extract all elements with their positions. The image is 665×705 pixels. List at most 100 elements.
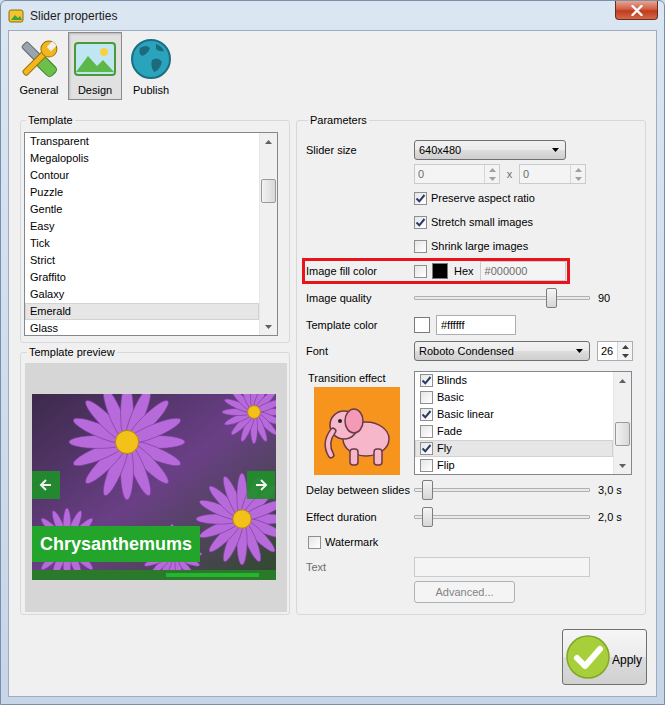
template-group: Template TransparentMegalopolisContourPuz…: [20, 114, 290, 343]
template-list[interactable]: TransparentMegalopolisContourPuzzleGentl…: [24, 132, 278, 336]
checkbox[interactable]: [414, 216, 427, 229]
template-item[interactable]: Graffito: [25, 269, 259, 286]
toolbar-button[interactable]: Design: [68, 32, 122, 100]
template-item[interactable]: Easy: [25, 218, 259, 235]
font-size-spinbox[interactable]: 26: [597, 341, 633, 361]
template-item[interactable]: Galaxy: [25, 286, 259, 303]
field-label: Text: [306, 561, 414, 573]
template-item[interactable]: Contour: [25, 167, 259, 184]
group-title: Template: [26, 114, 75, 127]
scrollbar-thumb[interactable]: [261, 179, 276, 203]
template-item[interactable]: Emerald: [25, 303, 259, 320]
preview-area: Chrysanthemums: [25, 363, 287, 612]
watermark-text-input[interactable]: [414, 557, 590, 577]
progress-segment: [166, 573, 259, 577]
toolbar-button[interactable]: General: [12, 32, 66, 100]
dropdown-arrow-icon: [552, 148, 559, 152]
check-icon: [421, 375, 432, 386]
close-button[interactable]: [615, 1, 658, 20]
option-checkbox[interactable]: Preserve aspect ratio: [414, 192, 535, 205]
slider-thumb[interactable]: [422, 480, 433, 500]
preview-group: Template previewChrysanthemums: [20, 346, 290, 615]
option-checkbox[interactable]: Shrink large images: [414, 240, 528, 253]
image-quality-slider[interactable]: [414, 287, 590, 309]
scroll-up-button[interactable]: [260, 133, 277, 150]
arrow-left-icon: [38, 477, 54, 493]
transition-effect-item[interactable]: Blinds: [415, 372, 613, 389]
group-title: Parameters: [308, 114, 369, 127]
template-item[interactable]: Gentle: [25, 201, 259, 218]
effect-duration-slider[interactable]: [414, 506, 590, 528]
field-label: Font: [306, 345, 414, 357]
template-item[interactable]: Puzzle: [25, 184, 259, 201]
watermark-checkbox[interactable]: Watermark: [306, 536, 378, 549]
arrow-up-icon: [619, 379, 626, 383]
slider-size-dropdown[interactable]: 640x480: [414, 140, 566, 160]
checkbox[interactable]: [420, 391, 433, 404]
hex-label: Hex: [454, 265, 474, 277]
apply-button[interactable]: Apply: [562, 629, 647, 685]
checkbox[interactable]: [420, 459, 433, 472]
spin-down-icon: [575, 177, 582, 181]
arrow-down-icon: [265, 325, 272, 329]
slider-properties-window: Slider properties GeneralDesignPublish Tem…: [0, 0, 665, 705]
close-icon: [631, 5, 643, 16]
checkbox[interactable]: [420, 425, 433, 438]
transition-effect-item[interactable]: Fly: [415, 440, 613, 457]
template-color-swatch[interactable]: [414, 317, 430, 333]
scroll-down-button[interactable]: [614, 457, 631, 474]
next-button[interactable]: [247, 471, 275, 499]
fill-color-input[interactable]: #000000: [480, 261, 566, 281]
font-dropdown[interactable]: Roboto Condensed: [414, 341, 590, 361]
template-color-input[interactable]: #ffffff: [436, 315, 516, 335]
checkbox[interactable]: [308, 536, 321, 549]
slider-reading: 3,0 s: [598, 484, 622, 496]
dialog-body: GeneralDesignPublish Template TransparentM…: [8, 30, 657, 697]
slider-reading: 2,0 s: [598, 511, 622, 523]
spin-up-icon: [575, 168, 582, 172]
slider-reading: 90: [598, 292, 610, 304]
transition-effect-list[interactable]: BlindsBasicBasic linearFadeFlyFlip: [414, 371, 632, 475]
template-item[interactable]: Strict: [25, 252, 259, 269]
tools-icon: [16, 36, 62, 82]
fill-color-swatch[interactable]: [432, 263, 448, 279]
slider-thumb[interactable]: [546, 288, 557, 308]
fill-color-checkbox[interactable]: [414, 265, 427, 278]
height-spinbox[interactable]: 0: [519, 164, 586, 184]
scroll-down-button[interactable]: [260, 318, 277, 335]
option-checkbox[interactable]: Stretch small images: [414, 216, 533, 229]
checkbox[interactable]: [420, 408, 433, 421]
transition-effect-item[interactable]: Basic linear: [415, 406, 613, 423]
previous-button[interactable]: [32, 471, 60, 499]
scrollbar[interactable]: [613, 372, 631, 474]
field-label: Delay between slides: [306, 484, 414, 496]
title-bar: Slider properties: [1, 1, 664, 30]
check-circle-icon: [565, 634, 611, 680]
template-item[interactable]: Megalopolis: [25, 150, 259, 167]
window-title: Slider properties: [30, 9, 117, 23]
template-item[interactable]: Glass: [25, 320, 259, 335]
field-label: Transition effect: [308, 372, 414, 384]
check-icon: [421, 409, 432, 420]
slider-thumb[interactable]: [422, 507, 433, 527]
spin-up-icon: [489, 168, 496, 172]
width-spinbox[interactable]: 0: [414, 164, 500, 184]
transition-effect-item[interactable]: Flip: [415, 457, 613, 474]
spin-up-icon: [622, 345, 629, 349]
transition-effect-item[interactable]: Fade: [415, 423, 613, 440]
field-label: Image quality: [306, 292, 414, 304]
checkbox[interactable]: [414, 192, 427, 205]
toolbar-button[interactable]: Publish: [124, 32, 178, 100]
scrollbar[interactable]: [259, 133, 277, 335]
delay-slider[interactable]: [414, 479, 590, 501]
transition-effect-item[interactable]: Basic: [415, 389, 613, 406]
advanced-button[interactable]: Advanced...: [414, 581, 515, 603]
spin-down-icon: [622, 354, 629, 358]
template-item[interactable]: Transparent: [25, 133, 259, 150]
checkbox[interactable]: [420, 442, 433, 455]
checkbox[interactable]: [414, 240, 427, 253]
template-item[interactable]: Tick: [25, 235, 259, 252]
scroll-up-button[interactable]: [614, 372, 631, 389]
checkbox[interactable]: [420, 374, 433, 387]
scrollbar-thumb[interactable]: [615, 422, 630, 446]
